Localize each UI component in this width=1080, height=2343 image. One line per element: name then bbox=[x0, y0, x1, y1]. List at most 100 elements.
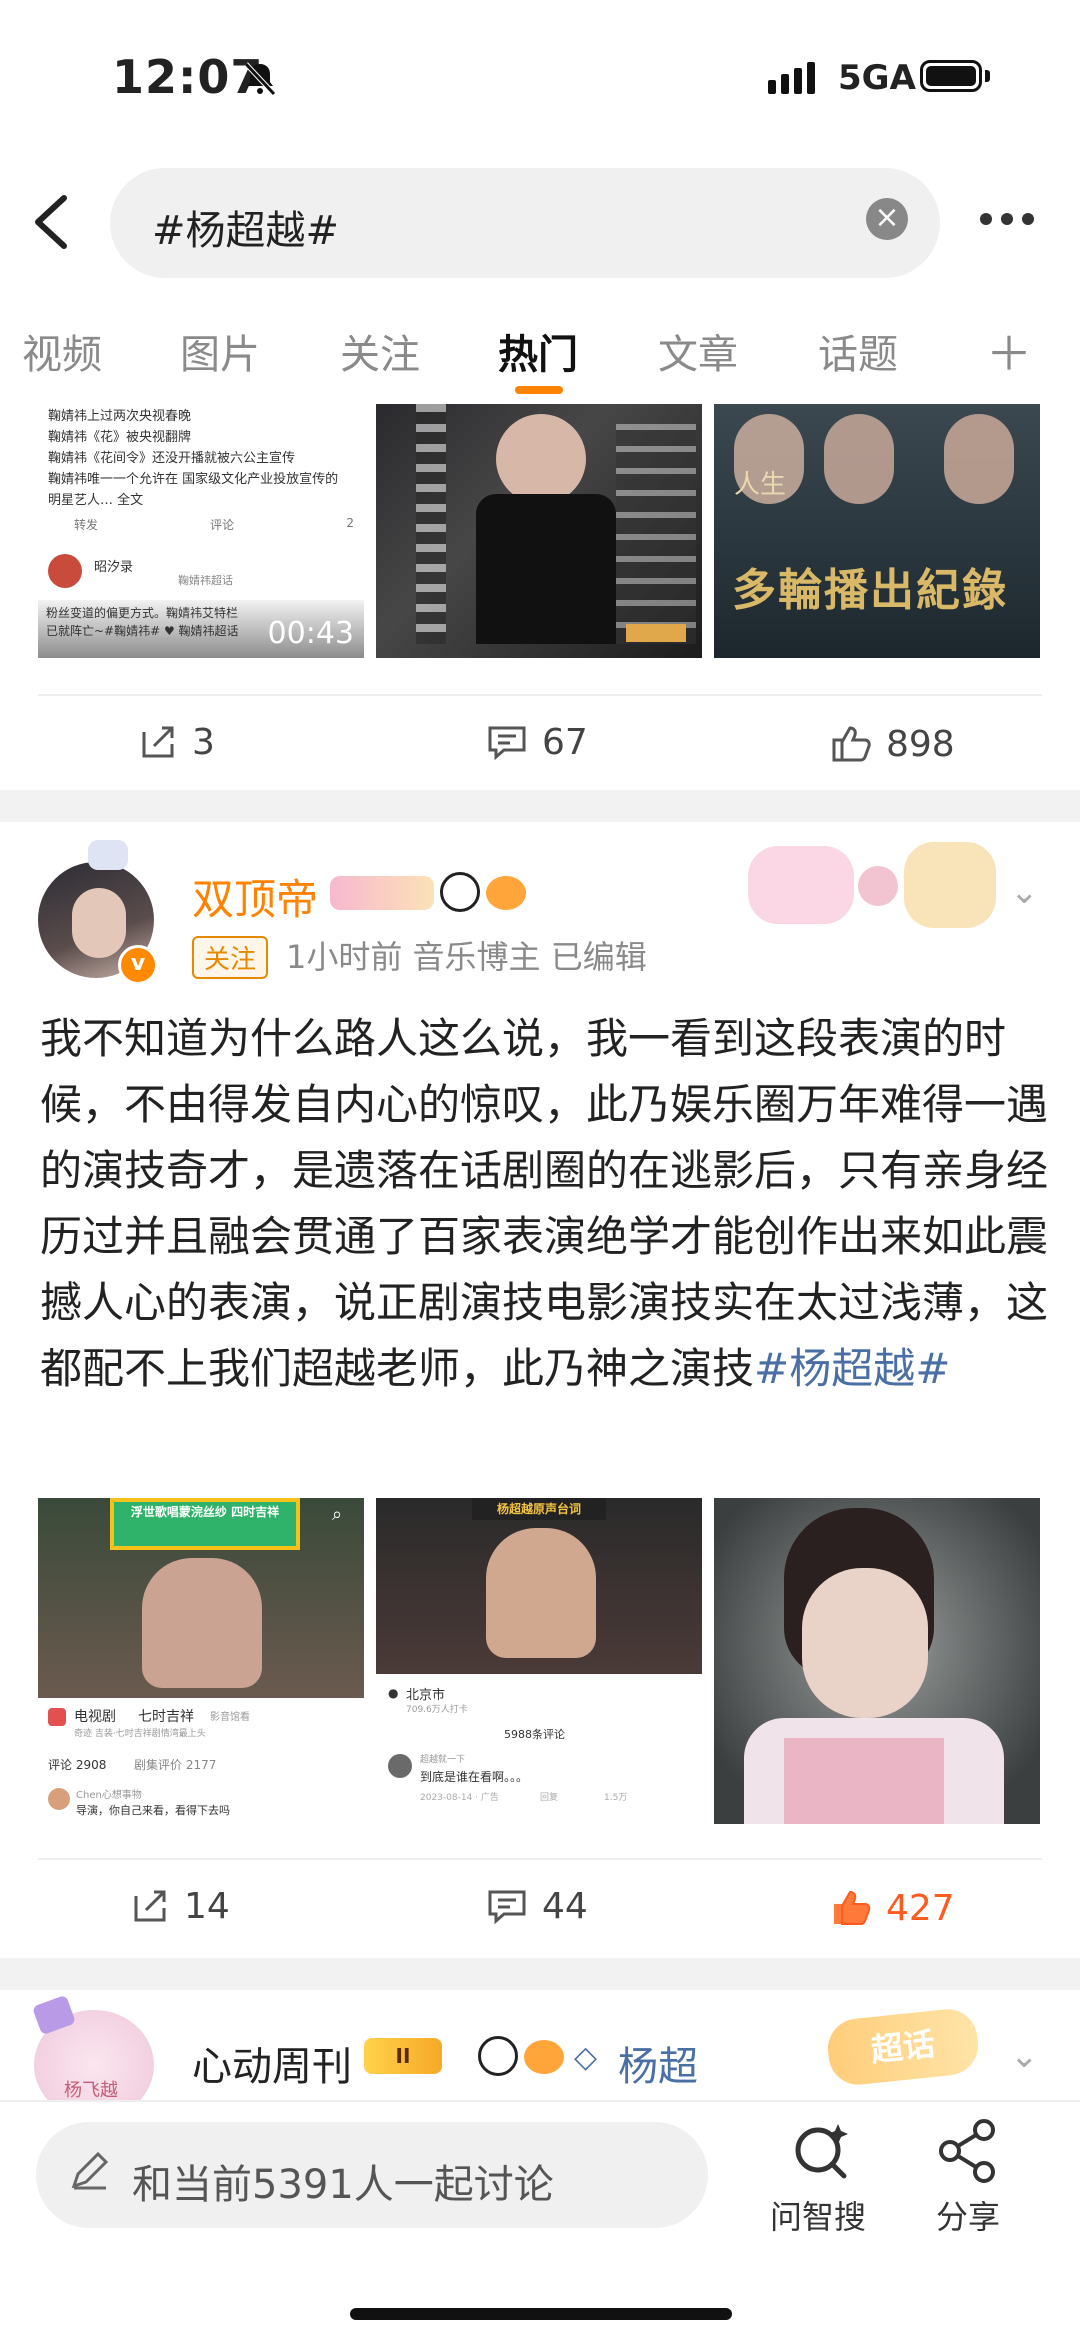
mute-bell-icon bbox=[244, 62, 276, 96]
like-count: 898 bbox=[886, 724, 955, 765]
video-supertopic: 鞠婧祎超话 bbox=[178, 574, 233, 587]
panda-icon bbox=[440, 872, 480, 912]
repost-button[interactable]: 3 bbox=[138, 722, 215, 763]
panda-icon bbox=[478, 2036, 518, 2076]
video-line: 鞠婧祎《花》被央视翻牌 bbox=[48, 430, 192, 445]
comment-count: 44 bbox=[542, 1886, 588, 1927]
commenter-name: 超越就一下 bbox=[420, 1755, 466, 1765]
chevron-down-icon[interactable]: ⌄ bbox=[1010, 872, 1039, 912]
tab-images[interactable]: 图片 bbox=[180, 322, 260, 380]
video-duration: 00:43 bbox=[267, 616, 354, 651]
diamond-icon: ◇ bbox=[574, 2040, 598, 2075]
video-line: 明星艺人… 全文 bbox=[48, 493, 144, 508]
card-decoration bbox=[748, 836, 998, 932]
repost-icon bbox=[142, 726, 174, 758]
network-type: 5GA bbox=[838, 58, 916, 98]
show-title: 七时吉祥 bbox=[138, 1709, 194, 1725]
comment-icon bbox=[488, 1890, 526, 1925]
like-button[interactable]: 427 bbox=[830, 1886, 955, 1929]
avatar bbox=[48, 554, 82, 588]
video-caption: 粉丝变道的偏更方式。鞠婧祎艾特栏已就阵亡~#鞠婧祎# ♥ 鞠婧祎超话 bbox=[46, 606, 239, 638]
comment-count: 67 bbox=[542, 722, 588, 763]
avatar bbox=[388, 1754, 412, 1778]
comment-button[interactable]: 67 bbox=[486, 722, 588, 763]
like-button[interactable]: 898 bbox=[830, 722, 955, 765]
repost-icon bbox=[134, 1890, 166, 1922]
follow-button[interactable]: 关注 bbox=[192, 936, 269, 979]
pencil-icon bbox=[71, 2151, 109, 2190]
repost-count: 3 bbox=[192, 722, 215, 763]
location-city: 北京市 bbox=[406, 1688, 446, 1703]
back-icon[interactable] bbox=[28, 190, 76, 254]
tab-following[interactable]: 关注 bbox=[340, 322, 420, 380]
post-image[interactable]: 杨超越原声台词 ● 北京市 709.6万人打卡 5988条评论 超越就一下 到底… bbox=[376, 1498, 702, 1824]
post-meta: 1小时前 音乐博主 已编辑 bbox=[286, 938, 647, 976]
chevron-down-icon[interactable]: ⌄ bbox=[1010, 2036, 1039, 2076]
level-badge: II bbox=[364, 2038, 442, 2074]
composer-placeholder[interactable]: 和当前5391人一起讨论 bbox=[132, 2152, 554, 2210]
post-image[interactable]: 浮世歌唱蒙浣丝纱 四时吉祥 ⌕ 电视剧 七时吉祥 影音馆看 奇迹 吉装·七时吉祥… bbox=[38, 1498, 364, 1824]
repost-button[interactable]: 14 bbox=[130, 1886, 230, 1927]
post-body: 我不知道为什么路人这么说，我一看到这段表演的时候，不由得发自内心的惊叹，此乃娱乐… bbox=[40, 1006, 1050, 1402]
rating-tab: 剧集评价 2177 bbox=[134, 1758, 217, 1772]
tab-hot[interactable]: 热门 bbox=[498, 322, 578, 380]
app-icon bbox=[48, 1708, 66, 1726]
username[interactable]: 心动周刊 bbox=[192, 2034, 352, 2092]
like-count: 427 bbox=[886, 1888, 955, 1929]
comment-text: 导演，你自己来看，看得下去吗 bbox=[76, 1804, 230, 1817]
divider bbox=[38, 1858, 1042, 1860]
username[interactable]: 双顶帝 bbox=[192, 866, 318, 927]
video-thumbnail[interactable]: 鞠婧祎上过两次央视春晚 鞠婧祎《花》被央视翻牌 鞠婧祎《花间令》还没开播就被六公… bbox=[38, 404, 364, 658]
add-tab-icon[interactable]: ＋ bbox=[986, 318, 1032, 384]
signal-icon bbox=[768, 62, 820, 94]
ai-search-label[interactable]: 问智搜 bbox=[770, 2192, 866, 2238]
comment-count-label: 5988条评论 bbox=[504, 1728, 565, 1741]
active-tab-indicator bbox=[515, 386, 563, 394]
tab-video[interactable]: 视频 bbox=[22, 322, 102, 380]
comment-icon bbox=[488, 726, 526, 761]
search-icon: ⌕ bbox=[332, 1504, 343, 1525]
tab-topics[interactable]: 话题 bbox=[818, 322, 898, 380]
image-banner: 杨超越原声台词 bbox=[472, 1498, 606, 1520]
video-like: 2 bbox=[346, 516, 354, 530]
share-label[interactable]: 分享 bbox=[936, 2192, 1000, 2238]
comment-text: 到底是谁在看啊。。。 bbox=[420, 1770, 529, 1784]
share-icon[interactable] bbox=[936, 2118, 1002, 2184]
more-icon[interactable] bbox=[980, 210, 1043, 229]
video-user: 昭汐录 bbox=[94, 560, 134, 575]
fish-icon bbox=[524, 2040, 564, 2074]
member-badge-icon bbox=[330, 876, 434, 910]
repost-count: 14 bbox=[184, 1886, 230, 1927]
app-name: 电视剧 bbox=[74, 1709, 116, 1725]
video-line: 鞠婧祎《花间令》还没开播就被六公主宣传 bbox=[48, 451, 296, 466]
show-sub: 奇迹 吉装·七时吉祥剧情湾最上头 bbox=[74, 1729, 206, 1739]
avatar-label: 杨飞越 bbox=[64, 2080, 118, 2101]
commenter-name: Chen心想事物 bbox=[76, 1790, 142, 1801]
post-text: 我不知道为什么路人这么说，我一看到这段表演的时候，不由得发自内心的惊叹，此乃娱乐… bbox=[40, 1014, 1049, 1393]
avatar-decoration-icon bbox=[88, 840, 128, 870]
play-icon bbox=[158, 500, 186, 536]
video-line: 鞠婧祎唯一一个允许在 国家级文化产业投放宣传的 bbox=[48, 472, 339, 487]
liked-icon bbox=[834, 1890, 871, 1925]
image-thumbnail[interactable]: 人生 多輪播出紀錄 bbox=[714, 404, 1040, 658]
post-image[interactable] bbox=[714, 1498, 1040, 1824]
comment-likes: 1.5万 bbox=[604, 1793, 628, 1803]
reply-link: 回复 bbox=[540, 1793, 559, 1803]
image-thumbnail[interactable] bbox=[376, 404, 702, 658]
search-query[interactable]: #杨超越# bbox=[152, 198, 339, 256]
comment-button[interactable]: 44 bbox=[486, 1886, 588, 1927]
ai-search-icon[interactable] bbox=[790, 2118, 854, 2182]
fish-icon bbox=[486, 876, 526, 910]
comment-tab: 评论 2908 bbox=[48, 1758, 107, 1772]
show-tag: 影音馆看 bbox=[210, 1712, 250, 1723]
poster-title: 多輪播出紀錄 bbox=[732, 565, 1008, 616]
tab-articles[interactable]: 文章 bbox=[658, 322, 738, 380]
battery-cap bbox=[985, 70, 990, 82]
hashtag-link[interactable]: #杨超越# bbox=[754, 1344, 950, 1393]
supertopic-link[interactable]: 杨超 bbox=[618, 2034, 698, 2092]
video-comment: 评论 bbox=[210, 518, 235, 532]
battery-icon bbox=[920, 60, 982, 92]
poster-subtitle: 人生 bbox=[734, 470, 787, 500]
clear-icon[interactable]: × bbox=[866, 198, 908, 240]
video-line: 鞠婧祎上过两次央视春晚 bbox=[48, 409, 192, 424]
